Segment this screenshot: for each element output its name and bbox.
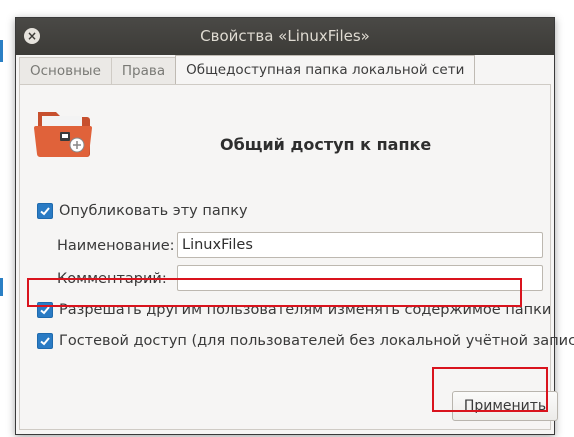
tab-local-network-share[interactable]: Общедоступная папка локальной сети bbox=[175, 55, 476, 84]
tab-permissions[interactable]: Права bbox=[110, 57, 177, 84]
close-button[interactable]: × bbox=[24, 28, 40, 44]
background-accent bbox=[0, 278, 3, 296]
guest-access-row[interactable]: Гостевой доступ (для пользователей без л… bbox=[37, 333, 574, 349]
section-heading: Общий доступ к папке bbox=[220, 135, 432, 154]
checkmark-icon bbox=[40, 306, 50, 315]
checkmark-icon bbox=[40, 337, 50, 346]
publish-row[interactable]: Опубликовать эту папку bbox=[37, 203, 248, 219]
window-title: Свойства «LinuxFiles» bbox=[200, 27, 370, 45]
guest-access-checkbox[interactable] bbox=[37, 333, 53, 349]
comment-field[interactable] bbox=[177, 265, 543, 291]
name-field[interactable] bbox=[177, 232, 543, 258]
publish-checkbox[interactable] bbox=[37, 203, 53, 219]
title-bar: × Свойства «LinuxFiles» bbox=[16, 18, 554, 55]
guest-access-label: Гостевой доступ (для пользователей без л… bbox=[59, 333, 574, 349]
tab-basic[interactable]: Основные bbox=[19, 57, 112, 84]
allow-modify-label: Разрешать другим пользователям изменять … bbox=[59, 302, 552, 318]
checkmark-icon bbox=[40, 207, 50, 216]
allow-modify-row[interactable]: Разрешать другим пользователям изменять … bbox=[37, 302, 551, 318]
shared-folder-icon bbox=[34, 112, 92, 157]
apply-button[interactable]: Применить bbox=[452, 391, 558, 421]
publish-label: Опубликовать эту папку bbox=[59, 203, 248, 219]
comment-label: Комментарий: bbox=[57, 271, 167, 287]
allow-modify-checkbox[interactable] bbox=[37, 302, 53, 318]
properties-dialog: × Свойства «LinuxFiles» Основные Права О… bbox=[15, 17, 574, 435]
share-panel: Общий доступ к папке Опубликовать эту па… bbox=[19, 84, 574, 430]
background-accent bbox=[0, 40, 3, 62]
name-label: Наименование: bbox=[57, 238, 175, 254]
tab-bar: Основные Права Общедоступная папка локал… bbox=[19, 55, 476, 84]
close-icon[interactable]: × bbox=[27, 29, 37, 43]
